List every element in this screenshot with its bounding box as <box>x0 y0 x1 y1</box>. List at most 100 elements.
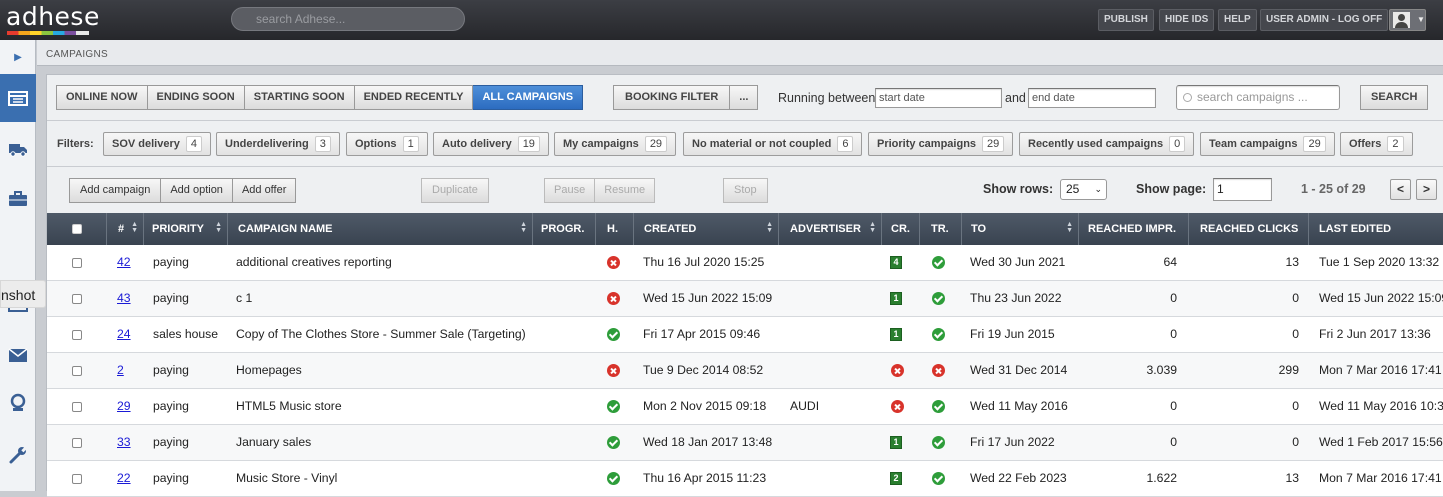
filter-auto-delivery[interactable]: Auto delivery 19 <box>433 132 549 156</box>
filter-offers[interactable]: Offers 2 <box>1340 132 1413 156</box>
filter-team-campaigns[interactable]: Team campaigns 29 <box>1200 132 1335 156</box>
table-row[interactable]: 29 paying HTML5 Music store Mon 2 Nov 2015 … <box>47 389 1443 425</box>
col-to[interactable]: TO ▲ ▼ <box>962 213 1079 245</box>
filter-count: 29 <box>644 136 668 152</box>
creatives-count-badge[interactable]: 1 <box>890 328 902 341</box>
row-checkbox[interactable] <box>72 402 82 412</box>
resume-button[interactable]: Resume <box>595 178 656 203</box>
page-input[interactable]: 1 <box>1213 178 1272 201</box>
campaign-id-link[interactable]: 42 <box>117 255 131 269</box>
campaign-id-link[interactable]: 22 <box>117 471 131 485</box>
rows-per-page-select[interactable]: 25 ⌄ <box>1060 179 1107 200</box>
col-last-edited[interactable]: LAST EDITED <box>1309 213 1443 245</box>
campaign-name-cell[interactable]: additional creatives reporting <box>236 245 536 280</box>
filter-no-material[interactable]: No material or not coupled 6 <box>683 132 863 156</box>
tab-online-now[interactable]: ONLINE NOW <box>56 85 148 110</box>
search-button[interactable]: SEARCH <box>1360 85 1429 110</box>
col-reached-impressions[interactable]: REACHED IMPR. <box>1079 213 1189 245</box>
row-checkbox[interactable] <box>72 366 82 376</box>
table-row[interactable]: 33 paying January sales Wed 18 Jan 2017 13:… <box>47 425 1443 461</box>
duplicate-button[interactable]: Duplicate <box>421 178 489 203</box>
col-health[interactable]: H. <box>596 213 634 245</box>
tab-all-campaigns[interactable]: ALL CAMPAIGNS <box>473 85 584 110</box>
col-priority[interactable]: PRIORITY ▲ ▼ <box>144 213 228 245</box>
creatives-count-badge[interactable]: 1 <box>890 436 902 449</box>
filter-my-campaigns[interactable]: My campaigns 29 <box>554 132 677 156</box>
filter-priority-campaigns[interactable]: Priority campaigns 29 <box>868 132 1014 156</box>
sidebar-tooltip: nshot <box>0 280 46 308</box>
tab-starting-soon[interactable]: STARTING SOON <box>244 85 355 110</box>
col-id[interactable]: # ▲ ▼ <box>107 213 144 245</box>
row-checkbox[interactable] <box>72 294 82 304</box>
table-row[interactable]: 2 paying Homepages Tue 9 Dec 2014 08:52 Wed … <box>47 353 1443 389</box>
row-checkbox[interactable] <box>72 474 82 484</box>
campaign-id-link[interactable]: 43 <box>117 291 131 305</box>
publish-button[interactable]: PUBLISH <box>1098 9 1154 31</box>
row-checkbox[interactable] <box>72 438 82 448</box>
user-menu[interactable]: ▼ <box>1389 9 1426 31</box>
col-campaign-name[interactable]: CAMPAIGN NAME ▲ ▼ <box>228 213 533 245</box>
start-date-input[interactable]: start date <box>875 88 1002 108</box>
creatives-count-badge[interactable]: 1 <box>890 292 902 305</box>
stop-button[interactable]: Stop <box>723 178 768 203</box>
table-row[interactable]: 24 sales house Copy of The Clothes Store -… <box>47 317 1443 353</box>
campaign-name-cell[interactable]: Copy of The Clothes Store - Summer Sale … <box>236 317 536 352</box>
campaign-id-link[interactable]: 29 <box>117 399 131 413</box>
sidebar-expand-button[interactable]: ▶ <box>0 40 36 74</box>
table-row[interactable]: 42 paying additional creatives reporting Th… <box>47 245 1443 281</box>
row-checkbox[interactable] <box>72 258 82 268</box>
campaign-name-cell[interactable]: Homepages <box>236 353 536 388</box>
filter-sov-delivery[interactable]: SOV delivery 4 <box>103 132 211 156</box>
page-range-text: 1 - 25 of 29 <box>1301 182 1366 196</box>
col-created[interactable]: CREATED ▲ ▼ <box>634 213 779 245</box>
sidebar-item-campaigns[interactable] <box>0 74 36 122</box>
campaign-name-cell[interactable]: c 1 <box>236 281 536 316</box>
tab-ended-recently[interactable]: ENDED RECENTLY <box>354 85 474 110</box>
booking-filter-more-button[interactable]: ... <box>730 85 759 110</box>
creatives-count-badge[interactable]: 4 <box>890 256 902 269</box>
tracking-ok-icon <box>932 328 945 341</box>
reached-clicks-cell: 0 <box>1292 435 1299 449</box>
sidebar-item-users[interactable] <box>0 378 36 428</box>
add-offer-button[interactable]: Add offer <box>232 178 297 203</box>
prev-page-button[interactable]: < <box>1390 179 1411 200</box>
booking-filter-button[interactable]: BOOKING FILTER <box>613 85 731 110</box>
logout-button[interactable]: USER ADMIN - LOG OFF <box>1260 9 1389 31</box>
campaign-search-input[interactable]: search campaigns ... <box>1176 85 1340 110</box>
sidebar-item-messages[interactable] <box>0 330 36 380</box>
table-row[interactable]: 43 paying c 1 Wed 15 Jun 2022 15:09 1 Thu 23 … <box>47 281 1443 317</box>
select-all-checkbox[interactable] <box>72 224 82 234</box>
add-option-button[interactable]: Add option <box>161 178 233 203</box>
col-advertiser[interactable]: ADVERTISER ▲ ▼ <box>779 213 882 245</box>
logo[interactable]: adhese <box>6 4 100 30</box>
campaign-id-link[interactable]: 2 <box>117 363 124 377</box>
col-tracking[interactable]: TR. <box>920 213 962 245</box>
campaign-name-cell[interactable]: HTML5 Music store <box>236 389 536 424</box>
help-button[interactable]: HELP <box>1218 9 1257 31</box>
col-progress[interactable]: PROGR. <box>533 213 596 245</box>
tab-ending-soon[interactable]: ENDING SOON <box>147 85 245 110</box>
row-checkbox[interactable] <box>72 330 82 340</box>
col-reached-clicks[interactable]: REACHED CLICKS <box>1189 213 1309 245</box>
filter-underdelivering[interactable]: Underdelivering 3 <box>216 132 340 156</box>
filter-recently-used[interactable]: Recently used campaigns 0 <box>1019 132 1195 156</box>
campaign-id-link[interactable]: 24 <box>117 327 131 341</box>
campaign-name-cell[interactable]: January sales <box>236 425 536 460</box>
filter-count: 29 <box>982 136 1005 152</box>
end-date-input[interactable]: end date <box>1028 88 1156 108</box>
reached-clicks-cell: 0 <box>1292 399 1299 413</box>
hide-ids-button[interactable]: HIDE IDS <box>1159 9 1215 31</box>
next-page-button[interactable]: > <box>1416 179 1437 200</box>
sidebar-item-business[interactable] <box>0 174 36 224</box>
add-campaign-button[interactable]: Add campaign <box>69 178 162 203</box>
creatives-count-badge[interactable]: 2 <box>890 472 902 485</box>
sidebar-item-settings[interactable] <box>0 430 36 480</box>
pause-button[interactable]: Pause <box>544 178 596 203</box>
filter-options[interactable]: Options 1 <box>346 132 428 156</box>
col-to-label: TO <box>971 223 987 235</box>
sidebar-item-delivery[interactable] <box>0 124 36 174</box>
table-row[interactable]: 22 paying Music Store - Vinyl Thu 16 Apr 20… <box>47 461 1443 497</box>
col-creatives[interactable]: CR. <box>882 213 920 245</box>
campaign-id-link[interactable]: 33 <box>117 435 131 449</box>
global-search-input[interactable]: search Adhese... <box>231 7 465 31</box>
